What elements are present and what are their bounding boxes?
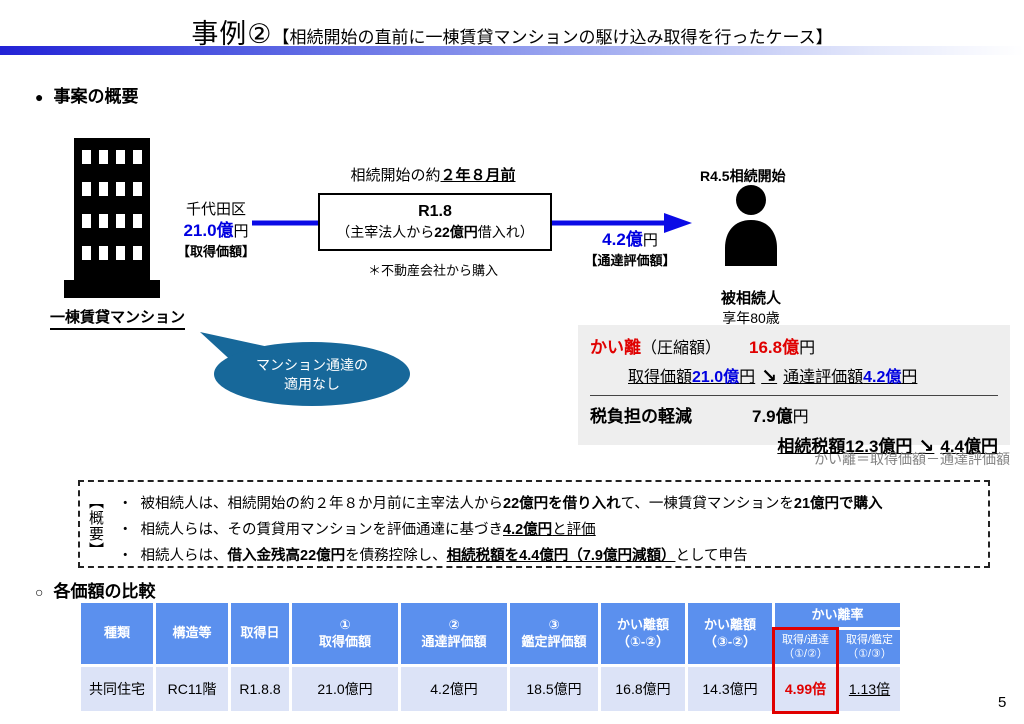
divergence-value: 16.8億 <box>749 338 799 357</box>
inheritance-start-label: R4.5相続開始 <box>700 166 786 186</box>
title-sub: 【相続開始の直前に一棟賃貸マンションの駆け込み取得を行ったケース】 <box>273 28 833 47</box>
down-right-arrow-icon: ↘ <box>755 366 783 387</box>
col-header-rate: かい離率 <box>775 603 900 627</box>
divergence-formula-note: かい離＝取得価額－通達評価額 <box>700 449 1010 469</box>
building-icon <box>58 138 166 305</box>
divergence-summary-box: かい離（圧縮額）16.8億円 取得価額21.0億円↘通達評価額4.2億円 税負担… <box>578 325 1010 445</box>
purchase-event-box: R1.8 （主宰法人から22億円借入れ） <box>318 193 552 251</box>
section-heading-comparison-label: 各価額の比較 <box>53 582 155 601</box>
overview-bullet-1: ・被相続人は、相続開始の約２年８か月前に主宰法人から22億円を借り入れて、一棟賃… <box>118 492 883 513</box>
timeline-label: 相続開始の約２年８月前 <box>318 164 548 185</box>
cell-kantei: 18.5億円 <box>510 667 598 711</box>
divergence-line: かい離（圧縮額）16.8億円 <box>590 333 998 358</box>
building-label: 一棟賃貸マンション <box>50 306 185 330</box>
overview-bullet-3: ・相続人らは、借入金残高22億円を債務控除し、相続税額を4.4億円（7.9億円減… <box>118 544 748 565</box>
location-label: 千代田区 <box>168 200 264 220</box>
acq-value: 21.0億 <box>183 221 233 240</box>
divergence-label: かい離 <box>590 338 641 357</box>
person-icon <box>722 184 780 291</box>
cell-structure: RC11階 <box>156 667 228 711</box>
eval-bracket-label: 【通達評価額】 <box>578 252 682 270</box>
col-header-type: 種類 <box>81 603 153 664</box>
overview-vertical-label: 【概要】 <box>88 494 103 560</box>
col-header-tsutatsu: ②通達評価額 <box>401 603 507 664</box>
col-header-structure: 構造等 <box>156 603 228 664</box>
cell-tsutatsu: 4.2億円 <box>401 667 507 711</box>
tax-reduction-line: 税負担の軽減7.9億円 <box>590 402 998 427</box>
speech-bubble: マンション通達の 適用なし <box>192 328 412 413</box>
purchase-source-note: ＊不動産会社から購入 <box>318 260 548 279</box>
timeline-pre: 相続開始の約 <box>350 167 440 184</box>
cell-date: R1.8.8 <box>231 667 289 711</box>
col-header-kairi32: かい離額（③-②） <box>688 603 772 664</box>
title-divider-bar <box>0 46 1024 55</box>
overview-box: 【概要】 ・被相続人は、相続開始の約２年８か月前に主宰法人から22億円を借り入れ… <box>78 480 990 568</box>
purchase-date: R1.8 <box>320 201 550 223</box>
decedent-label: 被相続人 <box>701 288 801 309</box>
purchase-loan-note: （主宰法人から22億円借入れ） <box>320 223 550 243</box>
acquisition-price-block: 千代田区 21.0億円 【取得価額】 <box>168 200 264 261</box>
overview-bullet-2: ・相続人らは、その賃貸用マンションを評価通達に基づき4.2億円と評価 <box>118 518 596 539</box>
page-number: 5 <box>998 694 1006 711</box>
eval-unit: 円 <box>643 232 658 249</box>
eval-value: 4.2億 <box>602 230 643 249</box>
cell-kairi12: 16.8億円 <box>601 667 685 711</box>
col-header-rate13: 取得/鑑定（①/③） <box>839 630 900 664</box>
price-drop-line: 取得価額21.0億円↘通達評価額4.2億円 <box>628 363 998 388</box>
acq-unit: 円 <box>234 223 249 240</box>
col-header-date: 取得日 <box>231 603 289 664</box>
title-main: 事例② <box>191 19 272 49</box>
cell-acq: 21.0億円 <box>292 667 398 711</box>
timeline-em: ２年８月前 <box>441 167 516 184</box>
filled-circle-bullet: ● <box>35 89 43 105</box>
rate-highlight-frame <box>772 627 839 714</box>
col-header-kairi12: かい離額（①-②） <box>601 603 685 664</box>
col-header-acq: ①取得価額 <box>292 603 398 664</box>
section-heading-comparison: ○ 各価額の比較 <box>35 577 155 602</box>
col-header-kantei: ③鑑定評価額 <box>510 603 598 664</box>
open-circle-bullet: ○ <box>35 584 43 600</box>
cell-type: 共同住宅 <box>81 667 153 711</box>
acq-bracket-label: 【取得価額】 <box>168 243 264 261</box>
cell-rate13: 1.13倍 <box>839 667 900 711</box>
section-heading-case: ● 事案の概要 <box>35 82 138 107</box>
cell-kairi32: 14.3億円 <box>688 667 772 711</box>
evaluation-value-block: 4.2億円 【通達評価額】 <box>578 228 682 271</box>
section-heading-case-label: 事案の概要 <box>53 87 138 106</box>
decedent-labels: 被相続人 享年80歳 <box>701 288 801 329</box>
bubble-text: マンション通達の 適用なし <box>222 356 402 394</box>
